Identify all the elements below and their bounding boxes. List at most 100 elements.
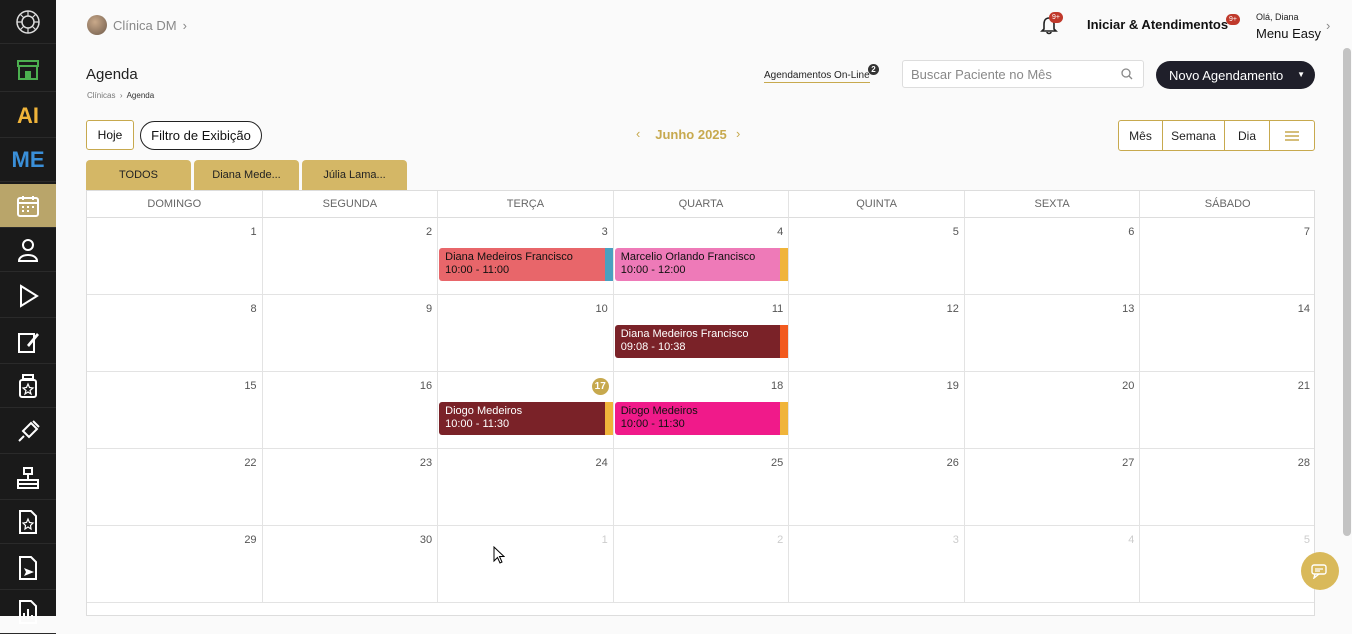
day-cell[interactable]: 13 (964, 295, 1141, 372)
day-cell[interactable]: 15 (87, 372, 263, 449)
iniciar-badge: 9+ (1226, 14, 1240, 25)
syringe-icon[interactable] (0, 410, 56, 454)
view-month-button[interactable]: Mês (1119, 121, 1163, 150)
chat-button[interactable] (1301, 552, 1339, 590)
star-document-icon[interactable] (0, 500, 56, 544)
menu-easy[interactable]: Menu Easy (1256, 26, 1321, 41)
day-cell[interactable]: 23 (262, 449, 439, 526)
day-cell[interactable]: 20 (964, 372, 1141, 449)
day-cell[interactable]: 2 (613, 526, 790, 603)
new-appointment-button[interactable]: Novo Agendamento ▼ (1156, 61, 1315, 89)
day-number: 12 (946, 303, 959, 315)
appointment-event[interactable]: Diogo Medeiros 10:00 - 11:30 (614, 402, 789, 435)
appointment-patient: Diana Medeiros Francisco (445, 251, 573, 263)
appointment-event[interactable]: Diogo Medeiros 10:00 - 11:30 (439, 402, 613, 435)
caret-down-icon[interactable]: ▼ (1297, 70, 1305, 79)
iniciar-atendimentos-link[interactable]: Iniciar & Atendimentos (1087, 17, 1228, 32)
today-button[interactable]: Hoje (86, 120, 134, 150)
weekday-header: SEGUNDA (262, 191, 439, 218)
chart-document-icon[interactable] (0, 590, 56, 634)
scrollbar[interactable] (1343, 48, 1351, 536)
day-cell[interactable]: 1 (438, 526, 614, 603)
medicine-bottle-icon[interactable] (0, 364, 56, 408)
day-number: 6 (1128, 226, 1135, 238)
tab-diana[interactable]: Diana Mede... (194, 160, 299, 190)
day-cell[interactable]: 4 (964, 526, 1141, 603)
ai-icon[interactable]: AI (0, 94, 56, 138)
greeting: Olá, Diana (1256, 12, 1299, 22)
chevron-right-icon[interactable]: › (736, 126, 740, 141)
chevron-right-icon[interactable]: › (1326, 18, 1330, 33)
day-cell[interactable]: 6 (964, 218, 1141, 295)
online-count-badge: 2 (868, 64, 879, 75)
day-number: 10 (595, 303, 608, 315)
day-cell[interactable]: 12 (789, 295, 965, 372)
clinic-avatar (87, 15, 107, 35)
organization-icon[interactable] (0, 456, 56, 500)
appointment-event[interactable]: Diana Medeiros Francisco 10:00 - 11:00 (439, 248, 613, 281)
day-number: 7 (1303, 226, 1310, 238)
day-cell[interactable]: 21 (1140, 372, 1314, 449)
day-cell[interactable]: 29 (87, 526, 263, 603)
day-cell[interactable]: 28 (1140, 449, 1314, 526)
appointment-time: 10:00 - 12:00 (620, 264, 686, 276)
doctor-icon[interactable] (0, 228, 56, 272)
appointment-event[interactable]: Diana Medeiros Francisco 09:08 - 10:38 (614, 325, 789, 358)
store-icon[interactable] (0, 48, 56, 92)
day-cell[interactable]: 1 (87, 218, 263, 295)
day-number: 25 (771, 457, 784, 469)
play-icon[interactable] (0, 274, 56, 318)
view-week-button[interactable]: Semana (1163, 121, 1225, 150)
day-number: 11 (771, 303, 784, 315)
day-number: 5 (952, 226, 959, 238)
send-document-icon[interactable] (0, 546, 56, 590)
online-appointments-link[interactable]: Agendamentos On-Line (764, 70, 870, 83)
clinic-selector[interactable]: Clínica DM › (87, 15, 187, 35)
day-cell[interactable]: 5 (789, 218, 965, 295)
calendar-icon[interactable] (0, 184, 56, 228)
day-cell[interactable]: 19 (789, 372, 965, 449)
day-cell[interactable]: 5 (1140, 526, 1314, 603)
display-filter-button[interactable]: Filtro de Exibição (140, 121, 262, 150)
day-cell[interactable]: 25 (613, 449, 790, 526)
day-cell[interactable]: 24 (438, 449, 614, 526)
day-cell[interactable]: 10 (438, 295, 614, 372)
tab-todos[interactable]: TODOS (86, 160, 191, 190)
view-list-button[interactable] (1270, 121, 1314, 150)
day-cell[interactable]: 30 (262, 526, 439, 603)
search-input[interactable] (902, 60, 1144, 88)
day-number: 2 (426, 226, 433, 238)
day-cell[interactable]: 3 (789, 526, 965, 603)
weekday-header: DOMINGO (87, 191, 263, 218)
day-cell[interactable]: 8 (87, 295, 263, 372)
view-day-button[interactable]: Dia (1225, 121, 1270, 150)
day-number: 2 (777, 534, 784, 546)
day-cell[interactable]: 14 (1140, 295, 1314, 372)
day-cell[interactable]: 2 (262, 218, 439, 295)
status-strip (604, 248, 613, 281)
logo-icon[interactable] (0, 0, 56, 44)
breadcrumb-item[interactable]: Clínicas (87, 91, 115, 100)
day-cell[interactable]: 16 (262, 372, 439, 449)
tab-julia[interactable]: Júlia Lama... (302, 160, 407, 190)
day-number: 13 (1122, 303, 1135, 315)
day-cell[interactable]: 22 (87, 449, 263, 526)
mouse-cursor-icon (493, 546, 505, 564)
day-cell[interactable]: 9 (262, 295, 439, 372)
day-cell[interactable]: 26 (789, 449, 965, 526)
day-number: 27 (1122, 457, 1135, 469)
day-cell[interactable]: 7 (1140, 218, 1314, 295)
status-strip (780, 402, 789, 435)
me-icon[interactable]: ME (0, 138, 56, 182)
notifications-bell-icon[interactable]: 9+ (1039, 12, 1063, 35)
breadcrumb-separator: › (117, 91, 125, 100)
edit-document-icon[interactable] (0, 320, 56, 364)
current-month: Junho 2025 (655, 127, 727, 142)
day-cell[interactable]: 27 (964, 449, 1141, 526)
day-number: 24 (595, 457, 608, 469)
breadcrumb: Clínicas › Agenda (87, 91, 154, 100)
list-icon (1285, 130, 1299, 141)
day-number: 28 (1297, 457, 1310, 469)
search-icon[interactable] (1121, 68, 1133, 80)
appointment-event[interactable]: Marcelio Orlando Francisco 10:00 - 12:00 (614, 248, 789, 281)
